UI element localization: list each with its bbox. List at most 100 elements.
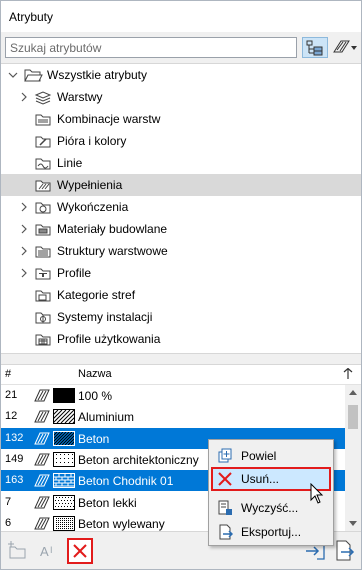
delete-button[interactable]	[67, 538, 93, 564]
fill-type-icon	[34, 389, 50, 402]
context-menu-item[interactable]: Powiel	[211, 444, 331, 468]
fills-icon	[35, 180, 51, 192]
surfaces-icon	[35, 202, 51, 214]
svg-text:A: A	[40, 544, 49, 559]
fill-pattern-preview	[54, 452, 74, 466]
fill-pattern-preview	[54, 516, 74, 530]
tree-item[interactable]: Profile użytkowania	[1, 328, 361, 350]
profiles-icon	[35, 268, 51, 280]
panel-splitter[interactable]	[1, 353, 361, 365]
tree-item[interactable]: Materiały budowlane	[1, 218, 361, 240]
fill-type-icon	[34, 432, 50, 445]
fill-swatch	[53, 515, 75, 531]
rename-button[interactable]: A I	[37, 538, 63, 564]
fill-swatch	[53, 494, 75, 510]
new-attribute-button[interactable]	[5, 538, 31, 564]
operation-profiles-icon	[35, 334, 51, 346]
column-header-number[interactable]: #	[5, 368, 11, 380]
tree-item[interactable]: Struktury warstwowe	[1, 240, 361, 262]
row-name: Beton Chodnik 01	[78, 474, 174, 489]
chevron-right-icon[interactable]	[18, 91, 30, 103]
tree-item[interactable]: Kombinacje warstw	[1, 108, 361, 130]
fill-swatch	[40, 430, 85, 446]
tree-item[interactable]: Profile	[1, 262, 361, 284]
svg-text:I: I	[50, 545, 53, 555]
fill-swatch	[53, 451, 75, 467]
composites-icon	[35, 246, 51, 258]
search-input[interactable]	[6, 38, 296, 57]
list-scrollbar[interactable]	[345, 385, 361, 531]
tree-item-label: Materiały budowlane	[57, 222, 168, 236]
mep-systems-icon	[35, 312, 51, 324]
column-header-name[interactable]: Nazwa	[78, 368, 112, 380]
sort-arrow-icon	[343, 368, 353, 379]
fill-pattern-preview	[40, 431, 85, 445]
chevron-down-icon[interactable]	[7, 69, 19, 81]
context-menu-item[interactable]: Eksportuj...	[211, 520, 331, 544]
fill-pattern-preview	[54, 474, 74, 488]
fill-type-icon	[34, 453, 50, 466]
row-name: 100 %	[78, 389, 113, 403]
delete-icon	[218, 472, 232, 486]
scrollbar-thumb[interactable]	[348, 405, 358, 429]
tree-item-label: Systemy instalacji	[57, 310, 153, 324]
layers-icon	[34, 91, 52, 105]
table-row[interactable]: 12 Aluminium	[1, 406, 345, 427]
tree-view-toggle-button[interactable]	[302, 37, 328, 58]
scroll-up-arrow-icon[interactable]	[349, 389, 357, 397]
row-number: 163	[5, 474, 24, 487]
row-name: Beton wylewany	[78, 516, 165, 531]
tree-item-all-attributes[interactable]: Wszystkie atrybuty	[1, 64, 361, 86]
tree-item[interactable]: Warstwy	[1, 86, 361, 108]
chevron-right-icon[interactable]	[18, 267, 30, 279]
tree-item-label: Wszystkie atrybuty	[47, 68, 148, 82]
rename-icon: A I	[40, 544, 53, 559]
export-button[interactable]	[331, 538, 357, 564]
new-folder-icon	[8, 541, 26, 559]
chevron-right-icon[interactable]	[18, 201, 30, 213]
tree-item[interactable]: Linie	[1, 152, 361, 174]
tree-item-label: Wykończenia	[57, 200, 129, 214]
row-number: 6	[5, 516, 12, 529]
attribute-type-menu-button[interactable]	[331, 37, 357, 58]
row-number: 21	[5, 389, 18, 401]
attribute-tree: Wszystkie atrybuty Warstwy Kombinacje war…	[1, 64, 361, 353]
chevron-right-icon[interactable]	[18, 223, 30, 235]
layer-combinations-icon	[35, 114, 51, 126]
search-box[interactable]	[5, 37, 297, 58]
tree-item-label: Profile	[57, 266, 92, 280]
tree-item-label: Pióra i kolory	[57, 134, 127, 148]
export-icon	[219, 524, 233, 540]
fill-swatch	[53, 473, 75, 489]
fill-pattern-preview	[40, 409, 87, 424]
tree-item[interactable]: Wykończenia	[1, 196, 361, 218]
table-row[interactable]: 21 100 %	[1, 385, 345, 406]
tree-item[interactable]: Systemy instalacji	[1, 306, 361, 328]
scroll-down-arrow-icon[interactable]	[349, 519, 357, 527]
tree-item-label: Struktury warstwowe	[57, 244, 168, 258]
attributes-window: Atrybuty Szukaj atrybutów Wszystkie atry…	[0, 0, 362, 570]
fill-type-icon	[34, 474, 50, 487]
folder-open-icon	[24, 69, 43, 82]
row-number: 149	[5, 452, 24, 465]
fill-type-icon	[333, 40, 357, 53]
tree-item-label: Linie	[57, 156, 83, 170]
zone-categories-icon	[35, 290, 51, 302]
chevron-right-icon[interactable]	[18, 245, 30, 257]
row-name: Beton	[78, 431, 110, 446]
tree-item[interactable]: Wypełnienia	[1, 174, 361, 196]
pens-icon	[35, 136, 51, 148]
tree-item[interactable]: Kategorie stref	[1, 284, 361, 306]
row-name: Beton lekki	[78, 495, 137, 510]
tree-item-label: Wypełnienia	[57, 178, 123, 192]
search-toolbar	[1, 32, 361, 64]
context-menu-label: Powiel	[241, 449, 277, 463]
context-menu-label: Usuń...	[241, 472, 280, 486]
row-number: 12	[5, 410, 18, 423]
tree-item[interactable]: Pióra i kolory	[1, 130, 361, 152]
building-materials-icon	[35, 224, 51, 236]
purge-icon	[218, 500, 232, 515]
context-menu-label: Wyczyść...	[241, 501, 299, 515]
row-number: 132	[5, 431, 24, 444]
tree-item-label: Kombinacje warstw	[57, 112, 161, 126]
